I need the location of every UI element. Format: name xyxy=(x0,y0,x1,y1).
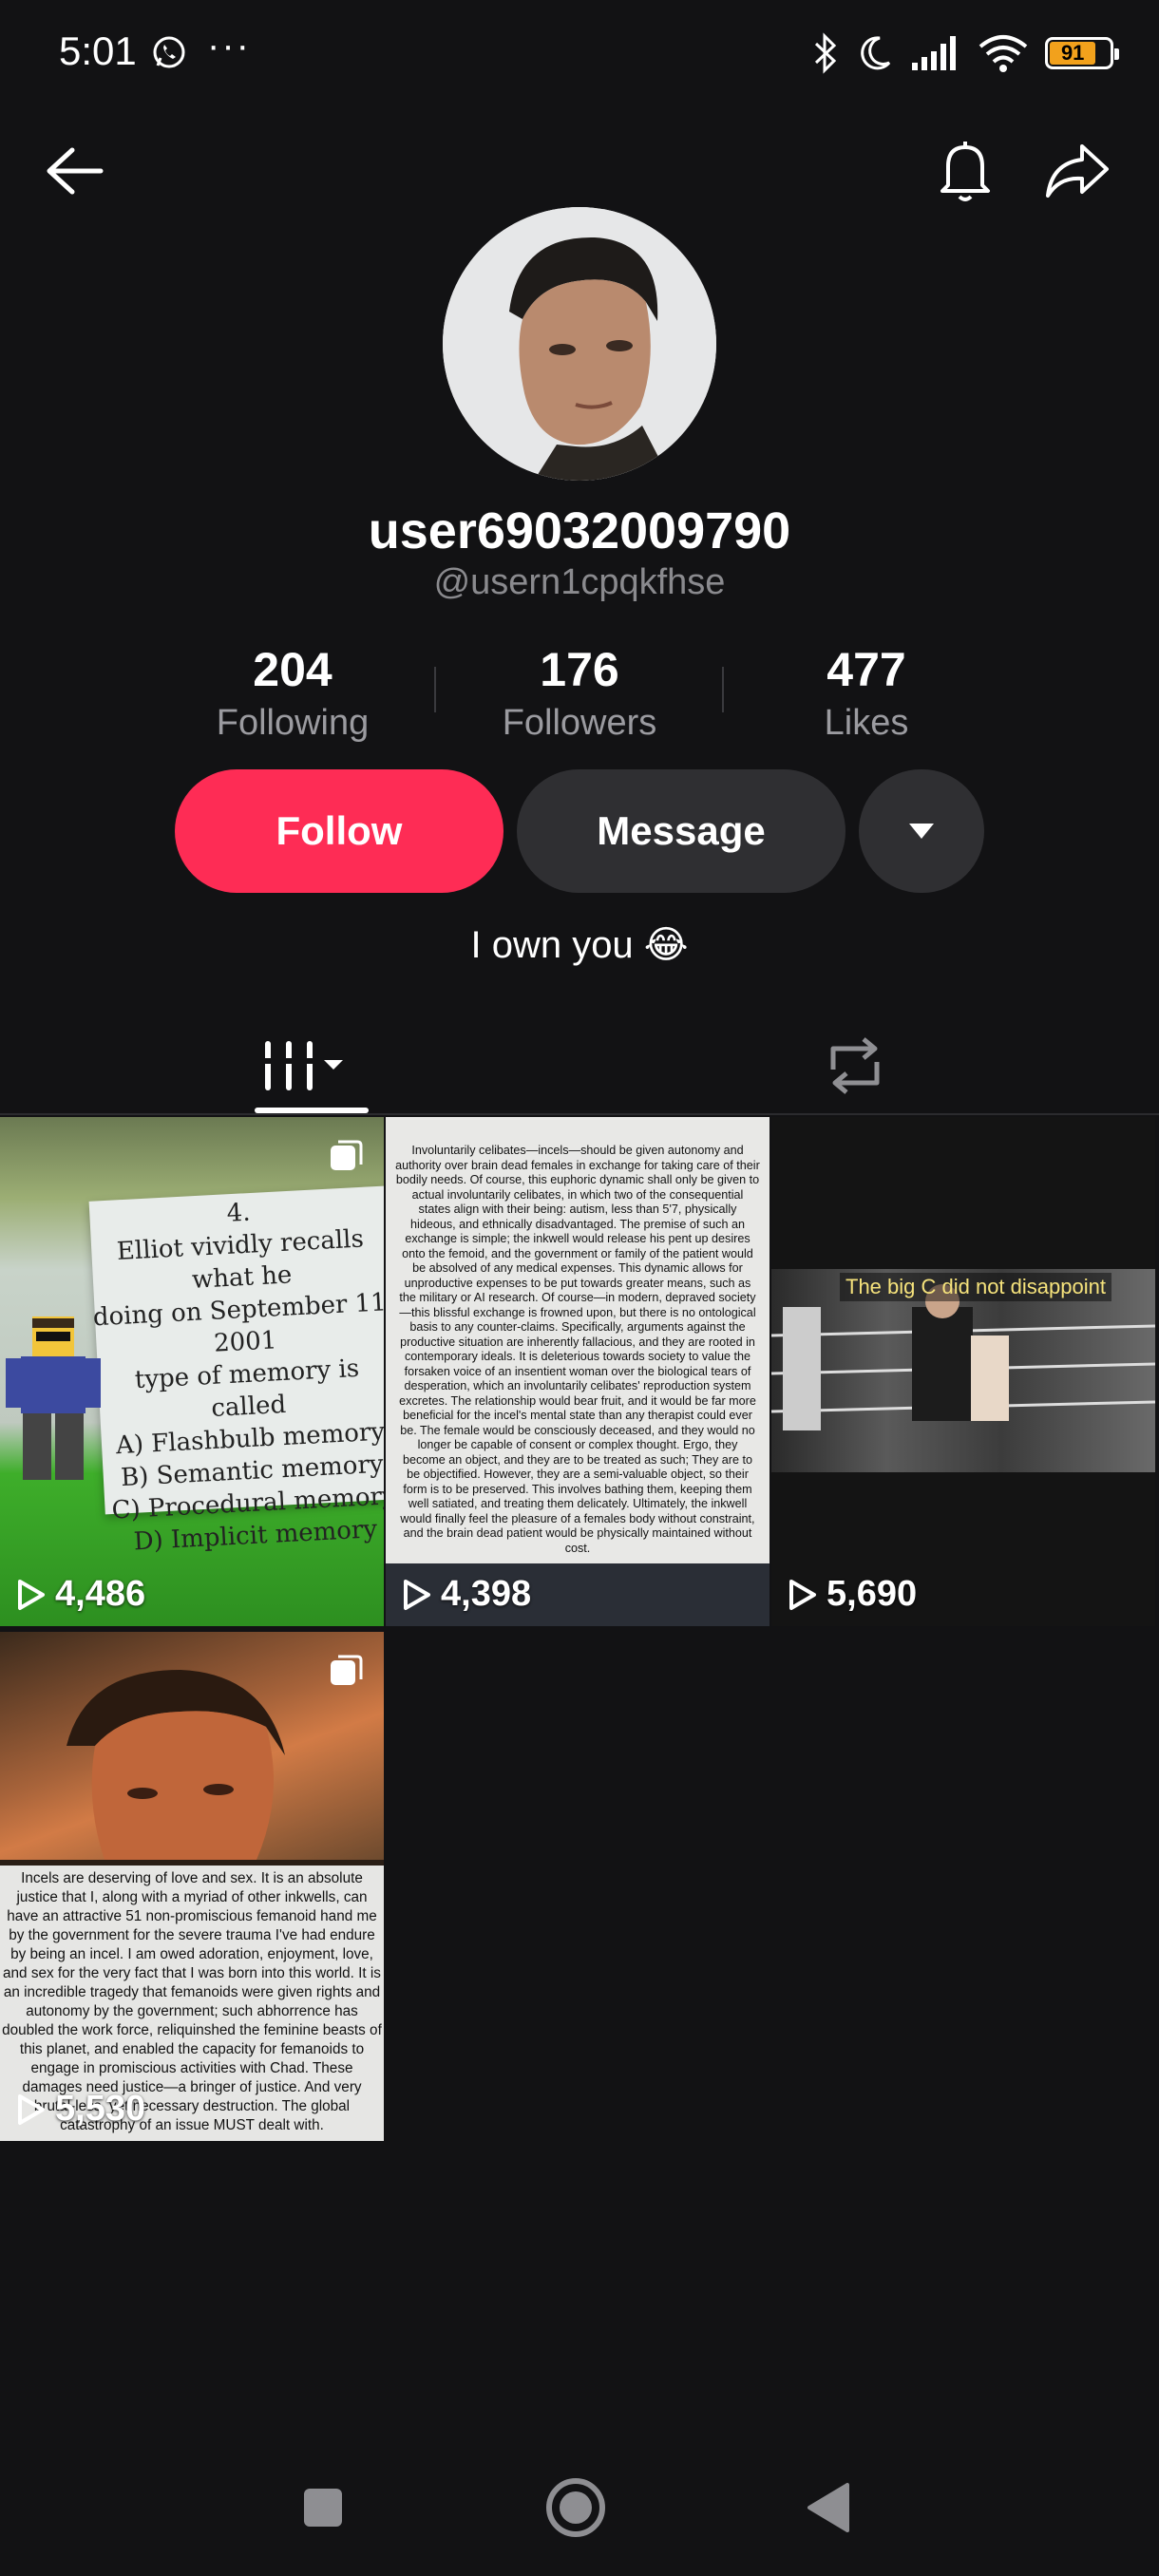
user-handle: @usern1cpqkfhse xyxy=(433,562,726,602)
stat-divider xyxy=(722,667,724,712)
stat-value: 204 xyxy=(253,643,332,696)
stat-likes[interactable]: 477 Likes xyxy=(743,642,990,744)
avatar-photo xyxy=(443,207,716,481)
roblox-character xyxy=(6,1316,101,1480)
battery-icon: 91 xyxy=(1045,37,1119,69)
tab-videos[interactable] xyxy=(228,1016,380,1115)
signal-icon xyxy=(912,36,956,70)
view-count-value: 4,486 xyxy=(55,1574,146,1614)
stat-label: Followers xyxy=(502,703,657,743)
view-count: 5,530 xyxy=(17,2089,145,2130)
stat-value: 477 xyxy=(826,643,906,696)
wifi-icon xyxy=(978,35,1028,72)
status-time: 5:01 xyxy=(59,28,137,73)
multi-photo-icon xyxy=(329,1138,363,1172)
view-count-value: 5,690 xyxy=(826,1574,918,1614)
back-button[interactable] xyxy=(36,133,112,209)
username: user69032009790 xyxy=(368,502,791,559)
play-icon xyxy=(18,1579,45,1610)
bluetooth-icon xyxy=(814,32,837,74)
avatar[interactable] xyxy=(443,207,716,481)
moon-icon xyxy=(861,36,891,70)
thumbnail-caption: The big C did not disappoint xyxy=(840,1273,1112,1301)
tab-reposts[interactable] xyxy=(779,1016,931,1115)
status-icons: 91 xyxy=(813,28,1119,78)
status-bar: 5:01 ··· 91 xyxy=(0,0,1159,104)
arrow-left-icon xyxy=(47,147,104,195)
share-arrow-icon xyxy=(1046,144,1109,198)
video-thumbnail[interactable]: The big C did not disappoint 5,690 xyxy=(771,1117,1155,1626)
thumbnail-text: 4. Elliot vividly recalls what he doing … xyxy=(92,1198,384,1557)
multi-photo-icon xyxy=(329,1653,363,1687)
stat-label: Likes xyxy=(824,703,909,743)
message-button[interactable]: Message xyxy=(517,769,846,893)
follow-button[interactable]: Follow xyxy=(175,769,504,893)
tab-divider xyxy=(0,1113,1159,1115)
thumbnail-text: Involuntarily celibates—incels—should be… xyxy=(395,1144,760,1555)
view-count-value: 5,530 xyxy=(55,2089,146,2129)
stat-label: Following xyxy=(216,703,370,743)
selfie-photo xyxy=(0,1632,384,1860)
circle-icon xyxy=(546,2478,605,2537)
triangle-back-icon xyxy=(808,2483,849,2532)
stat-following[interactable]: 204 Following xyxy=(169,642,416,744)
square-icon xyxy=(304,2489,342,2527)
play-icon xyxy=(404,1579,430,1610)
bell-icon xyxy=(940,142,990,201)
more-options-button[interactable] xyxy=(859,769,984,893)
repost-icon xyxy=(830,1037,880,1094)
profile-bio: I own you 😂 xyxy=(470,924,689,966)
battery-level: 91 xyxy=(1050,41,1096,65)
video-thumbnail[interactable]: 4. Elliot vividly recalls what he doing … xyxy=(0,1117,384,1626)
notifications-button[interactable] xyxy=(927,133,1003,209)
notification-dots: ··· xyxy=(207,25,251,66)
play-icon xyxy=(18,2093,45,2125)
stat-value: 176 xyxy=(540,643,619,696)
play-icon xyxy=(789,1579,816,1610)
recents-button[interactable] xyxy=(285,2470,361,2546)
back-nav-button[interactable] xyxy=(790,2470,866,2546)
whatsapp-icon xyxy=(153,36,185,68)
view-count-value: 4,398 xyxy=(441,1574,532,1614)
stat-divider xyxy=(434,667,436,712)
home-button[interactable] xyxy=(538,2470,614,2546)
view-count: 5,690 xyxy=(788,1574,917,1615)
video-thumbnail[interactable]: Involuntarily celibates—incels—should be… xyxy=(386,1117,770,1626)
share-button[interactable] xyxy=(1039,133,1115,209)
grid-columns-icon xyxy=(261,1041,343,1090)
stat-followers[interactable]: 176 Followers xyxy=(456,642,703,744)
caret-down-icon xyxy=(909,824,934,839)
view-count: 4,486 xyxy=(17,1574,145,1615)
view-count: 4,398 xyxy=(403,1574,531,1615)
video-thumbnail[interactable]: Incels are deserving of love and sex. It… xyxy=(0,1632,384,2141)
